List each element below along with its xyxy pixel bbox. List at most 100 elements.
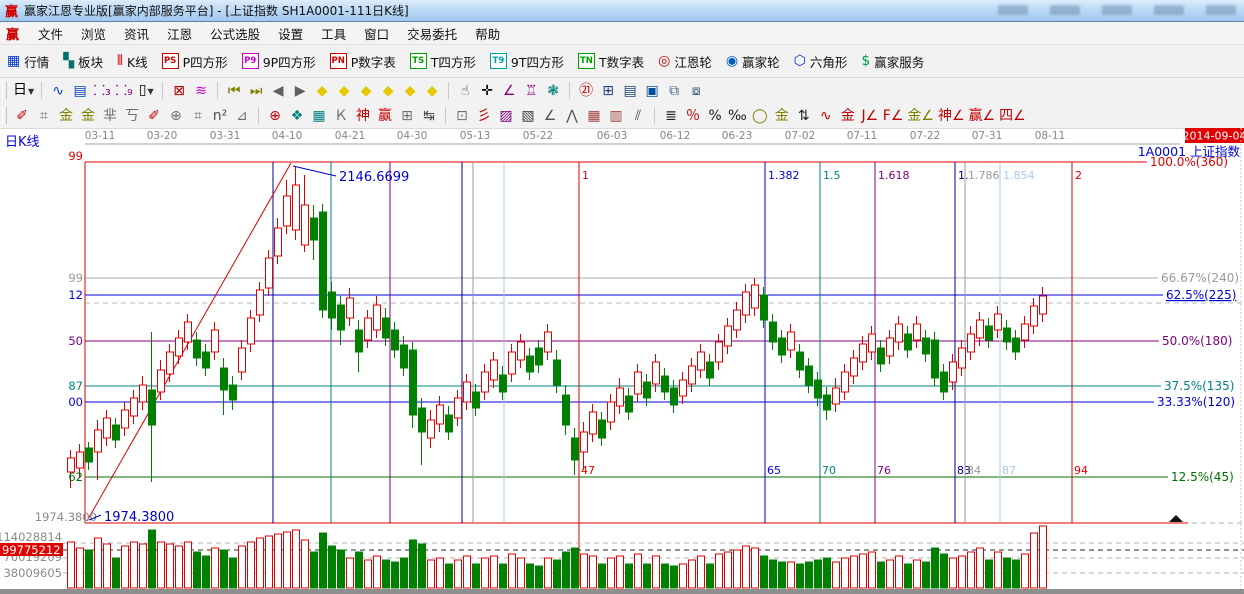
date-tick-07-02: 07-02 [785, 130, 816, 142]
app-window: { "title_bar": {"logo": "赢", "title": "赢… [0, 0, 1244, 594]
candle-body [833, 388, 840, 404]
volume-bar [923, 562, 930, 588]
candle-body [293, 185, 300, 230]
candle-body [212, 330, 219, 352]
date-tick-06-03: 06-03 [597, 130, 628, 142]
candle-body [590, 412, 597, 434]
candle-body [437, 405, 444, 424]
date-tick-05-13: 05-13 [460, 130, 491, 142]
volume-bar [140, 544, 147, 588]
volume-bar [887, 560, 894, 588]
left-price-label: 99 [68, 149, 83, 163]
gann-vline-top-label: 1.382 [768, 169, 800, 182]
volume-bar [770, 560, 777, 588]
volume-bar [797, 564, 804, 588]
volume-bar [248, 542, 255, 588]
candle-body [635, 372, 642, 394]
candle-body [104, 418, 111, 438]
gann-vline-top-label: 1.5 [823, 169, 841, 182]
volume-bar [77, 548, 84, 588]
left-price-label: 1974.3800 [35, 510, 97, 524]
candle-body [545, 332, 552, 352]
volume-bar [680, 564, 687, 588]
candle-body [95, 430, 102, 452]
date-tick-07-11: 07-11 [847, 130, 878, 142]
volume-bar [365, 560, 372, 588]
volume-bar [302, 540, 309, 588]
candle-body [977, 320, 984, 338]
volume-bar [329, 546, 336, 588]
candle-body [185, 322, 192, 342]
candle-body [320, 212, 327, 310]
candle-body [356, 330, 363, 352]
candle-body [392, 330, 399, 350]
volume-bar [500, 564, 507, 588]
candle-body [194, 340, 201, 358]
candle-body [149, 390, 156, 425]
current-volume-label: 99775212 [2, 543, 61, 557]
gann-vline-top-label: 1.618 [878, 169, 910, 182]
volume-bar [653, 556, 660, 588]
low-price-annotation: 1974.3800 [104, 510, 174, 525]
gann-vline-top-label: 2 [1075, 169, 1082, 182]
candle-body [941, 372, 948, 392]
candle-body [815, 380, 822, 398]
candle-body [554, 360, 561, 385]
date-tick-06-12: 06-12 [660, 130, 691, 142]
gann-vline-top-label: 1 [582, 169, 589, 182]
date-tick-05-22: 05-22 [523, 130, 554, 142]
volume-bar [563, 552, 570, 588]
candle-body [329, 292, 336, 318]
gann-hline-label: 100.0%(360) [1150, 155, 1228, 169]
volume-bar [230, 558, 237, 588]
date-tick-04-30: 04-30 [397, 130, 428, 142]
volume-bar [734, 550, 741, 588]
high-pointer-line [293, 166, 336, 176]
candle-body [716, 342, 723, 362]
candle-body [527, 356, 534, 372]
volume-bar [662, 564, 669, 588]
date-tick-07-31: 07-31 [972, 130, 1003, 142]
candle-body [860, 344, 867, 362]
candle-body [518, 342, 525, 360]
candle-body [617, 388, 624, 406]
date-tick-03-31: 03-31 [210, 130, 241, 142]
volume-bar [284, 532, 291, 588]
candle-body [383, 318, 390, 338]
high-price-annotation: 2146.6699 [339, 170, 409, 185]
gann-vline-bottom-label: 87 [1002, 464, 1016, 477]
volume-bar [437, 558, 444, 588]
candle-body [302, 205, 309, 245]
candle-body [1022, 324, 1029, 340]
candle-body [428, 420, 435, 438]
volume-bar [122, 546, 129, 588]
candle-body [491, 360, 498, 380]
volume-bar [167, 544, 174, 588]
kline-chart[interactable]: 03-1103-2003-3104-1004-2104-3005-1305-22… [0, 0, 1244, 594]
volume-bar [158, 542, 165, 588]
volume-bar [590, 556, 597, 588]
volume-bar [212, 548, 219, 588]
volume-bar [572, 548, 579, 588]
volume-bar [968, 552, 975, 588]
candle-body [509, 352, 516, 374]
volume-bar [203, 556, 210, 588]
volume-bar [941, 554, 948, 588]
candle-body [680, 380, 687, 396]
candle-body [122, 410, 129, 428]
candle-body [140, 385, 147, 402]
volume-bar [977, 548, 984, 588]
candle-body [914, 324, 921, 340]
volume-bar [446, 564, 453, 588]
volume-bar [878, 562, 885, 588]
volume-bar [68, 542, 75, 588]
volume-bar [509, 554, 516, 588]
bottom-border-strip [0, 589, 1244, 594]
candle-body [1040, 296, 1047, 314]
gann-vline-top-label: 1.854 [1003, 169, 1035, 182]
volume-bar [716, 554, 723, 588]
candle-body [671, 388, 678, 405]
date-tick-03-20: 03-20 [147, 130, 178, 142]
candle-body [995, 314, 1002, 330]
candle-body [563, 395, 570, 425]
